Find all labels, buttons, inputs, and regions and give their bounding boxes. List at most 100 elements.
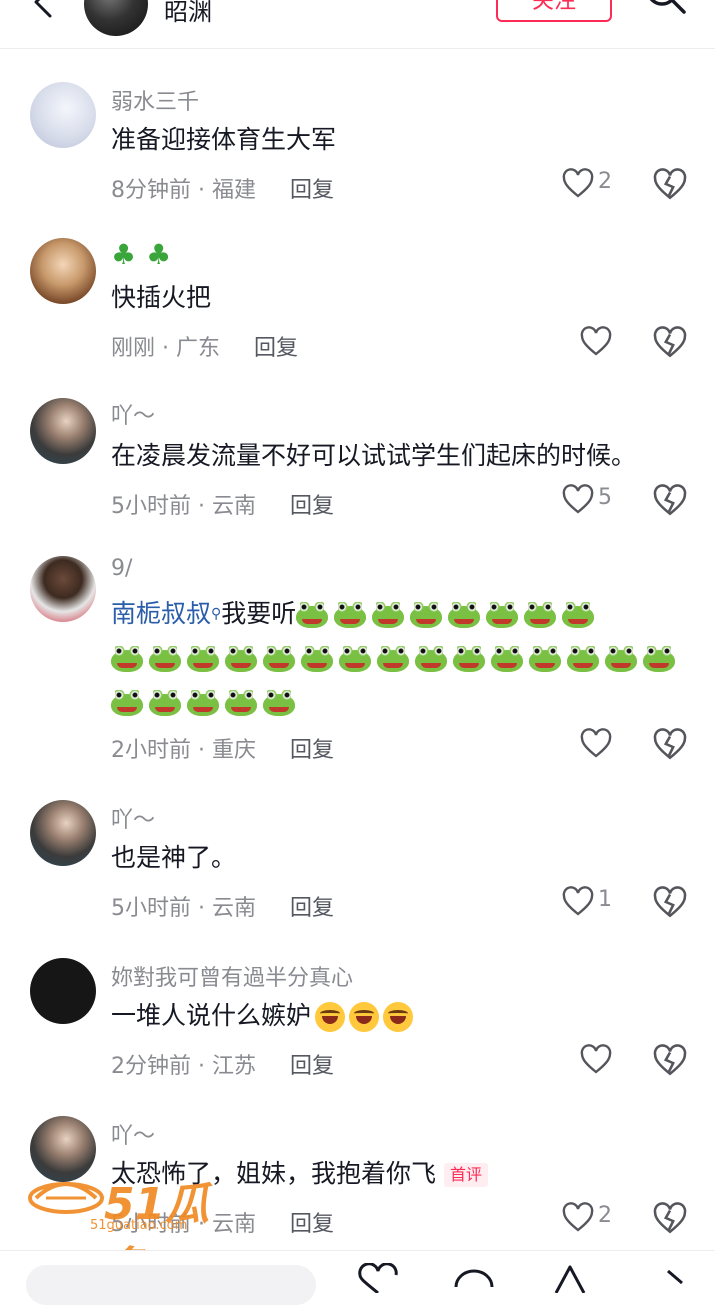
reply-button[interactable]: 回复 [290, 738, 334, 763]
avatar[interactable] [30, 556, 96, 622]
like-button[interactable]: 2 [562, 1202, 642, 1236]
comment-username[interactable]: 吖～ [111, 398, 155, 430]
frog-emoji-icon [643, 646, 675, 672]
comment-text: 也是神了。 [111, 843, 237, 872]
first-comment-badge: 首评 [444, 1163, 489, 1187]
comment-meta: 2分钟前 · 江苏 回复 [111, 1048, 334, 1080]
author-avatar[interactable] [84, 0, 148, 36]
frog-emoji-icon [524, 602, 557, 628]
comment-meta: 8分钟前 · 福建 回复 [111, 172, 334, 204]
comment-text: 快插火把 [111, 283, 212, 312]
avatar[interactable] [30, 398, 96, 464]
star-icon[interactable] [548, 1263, 592, 1293]
broken-heart-icon[interactable] [653, 168, 687, 202]
frog-emoji-icon [111, 690, 143, 716]
comment-icon[interactable] [452, 1263, 496, 1293]
like-button[interactable]: 1 [562, 886, 642, 920]
clover-emoji-icon: ♣ [111, 238, 137, 271]
watermark-logo-icon [28, 1182, 104, 1214]
comment-text-body: 一堆人说什么嫉妒 [111, 1001, 312, 1030]
like-button[interactable]: 5 [562, 484, 642, 518]
frog-emoji-icon [149, 690, 181, 716]
reply-button[interactable]: 回复 [290, 1212, 334, 1237]
heart-icon [580, 728, 612, 758]
heart-icon[interactable] [356, 1263, 400, 1293]
comment-text: 在凌晨发流量不好可以试试学生们起床的时候。 [111, 441, 637, 470]
frog-emoji-icon [567, 646, 599, 672]
comment-meta: 刚刚 · 广东 回复 [111, 330, 298, 362]
like-button[interactable]: 2 [562, 168, 642, 202]
clover-emoji-icon: ♣ [146, 238, 172, 271]
avatar[interactable] [30, 958, 96, 1024]
frog-emoji-icon [415, 646, 447, 672]
broken-heart-icon[interactable] [653, 1044, 687, 1078]
comment-input[interactable] [26, 1265, 316, 1305]
comment-username[interactable]: 9/ [111, 556, 132, 581]
frog-emoji-icon [263, 646, 295, 672]
mention-search-icon: ⚲ [211, 606, 222, 622]
broken-heart-icon[interactable] [653, 1202, 687, 1236]
watermark-url: 51guatiao.com [90, 1218, 188, 1233]
reply-button[interactable]: 回复 [290, 178, 334, 203]
comment-username[interactable]: 吖～ [111, 802, 155, 834]
heart-icon [562, 1202, 594, 1232]
frog-emoji-row [296, 599, 600, 628]
frog-emoji-icon [334, 602, 367, 628]
reply-button[interactable]: 回复 [254, 336, 298, 361]
follow-button[interactable]: 关注 [496, 0, 612, 22]
comment-time-location: 5小时前 · 云南 [111, 494, 256, 519]
frog-emoji-icon [225, 646, 257, 672]
comment-username[interactable]: 弱水三千 [111, 84, 199, 116]
comment-meta: 5小时前 · 云南 回复 [111, 890, 334, 922]
heart-icon [562, 484, 594, 514]
frog-emoji-icon [339, 646, 371, 672]
frog-emoji-icon [301, 646, 333, 672]
frog-emoji-icon [296, 602, 329, 628]
like-button[interactable] [580, 728, 660, 762]
avatar[interactable] [30, 800, 96, 866]
laugh-cry-emoji-icon [349, 1002, 380, 1032]
mention-link[interactable]: 南栀叔叔 [111, 599, 211, 628]
comment-username[interactable]: ♣ ♣ [111, 238, 181, 271]
frog-emoji-icon [448, 602, 481, 628]
broken-heart-icon[interactable] [653, 728, 687, 762]
laugh-cry-emoji-icon [315, 1002, 346, 1032]
comment-meta: 5小时前 · 云南 回复 [111, 488, 334, 520]
share-icon[interactable] [660, 1263, 704, 1293]
broken-heart-icon[interactable] [653, 484, 687, 518]
frog-emoji-row [111, 643, 681, 672]
frog-emoji-icon [111, 646, 143, 672]
like-count: 2 [598, 1203, 612, 1228]
reply-button[interactable]: 回复 [290, 494, 334, 519]
like-count: 5 [598, 485, 612, 510]
avatar[interactable] [30, 82, 96, 148]
frog-emoji-icon [187, 646, 219, 672]
reply-button[interactable]: 回复 [290, 896, 334, 921]
watermark: 51瓜条 51guatiao.com [26, 1160, 246, 1294]
frog-emoji-icon [486, 602, 519, 628]
broken-heart-icon[interactable] [653, 326, 687, 360]
frog-emoji-icon [491, 646, 523, 672]
search-icon[interactable] [644, 0, 688, 24]
comment-text: 准备迎接体育生大军 [111, 125, 337, 154]
frog-emoji-icon [453, 646, 485, 672]
frog-emoji-icon [377, 646, 409, 672]
heart-icon [580, 1044, 612, 1074]
reply-button[interactable]: 回复 [290, 1054, 334, 1079]
comment-text: 南栀叔叔⚲我要听 [111, 592, 691, 724]
comment-time-location: 刚刚 · 广东 [111, 336, 220, 361]
comment-text: 一堆人说什么嫉妒 [111, 994, 414, 1038]
comment-time-location: 2分钟前 · 江苏 [111, 1054, 256, 1079]
broken-heart-icon[interactable] [653, 886, 687, 920]
top-bar: 昭渊 关注 [0, 0, 715, 49]
back-icon[interactable] [24, 0, 64, 24]
like-button[interactable] [580, 1044, 660, 1078]
comment-time-location: 5小时前 · 云南 [111, 896, 256, 921]
frog-emoji-row [111, 687, 301, 716]
frog-emoji-icon [562, 602, 595, 628]
comment-username[interactable]: 妳對我可曾有過半分真心 [111, 960, 353, 992]
like-button[interactable] [580, 326, 660, 360]
comment-username[interactable]: 吖～ [111, 1118, 155, 1150]
author-name[interactable]: 昭渊 [164, 0, 212, 27]
avatar[interactable] [30, 238, 96, 304]
